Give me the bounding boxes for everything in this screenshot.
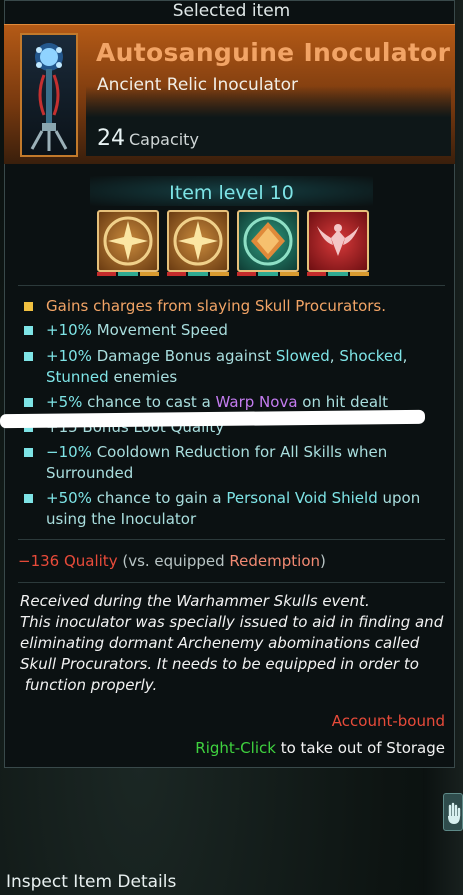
item-icon[interactable] bbox=[20, 33, 78, 157]
lore-line: Skull Procurators. It needs to be equipp… bbox=[20, 655, 419, 673]
lore-line: Received during the Warhammer Skulls eve… bbox=[20, 592, 370, 610]
bullet-icon bbox=[24, 326, 33, 335]
quality-value: −136 Quality bbox=[18, 552, 118, 570]
quality-suffix: ) bbox=[320, 552, 326, 570]
modifier-slot-2[interactable] bbox=[167, 210, 229, 272]
action-hint: Right-Click to take out of Storage bbox=[195, 739, 445, 757]
stat-line-1: Gains charges from slaying Skull Procura… bbox=[46, 296, 441, 317]
stat-6-text: Cooldown Reduction for All Skills when bbox=[91, 443, 388, 461]
stat-7-keyword: Personal Void Shield bbox=[226, 489, 378, 507]
item-level: Item level 10 bbox=[169, 182, 294, 204]
inspect-item-details-button[interactable]: Inspect Item Details bbox=[6, 872, 176, 892]
bullet-icon bbox=[24, 352, 33, 361]
modifier-slot-3-rarity-bar bbox=[237, 272, 299, 276]
capacity-value: 24 bbox=[97, 126, 125, 151]
stat-4-text: chance to cast a bbox=[82, 393, 216, 411]
stat-6-line2: Surrounded bbox=[46, 464, 134, 482]
lore-line: function properly. bbox=[20, 676, 158, 694]
winged-emblem-icon bbox=[317, 224, 359, 256]
stat-2-text: Movement Speed bbox=[91, 321, 228, 339]
divider bbox=[18, 539, 445, 540]
stat-3-keyword-2: Shocked bbox=[339, 347, 403, 365]
stat-2-value: +10% bbox=[46, 321, 92, 339]
quality-comparison: −136 Quality (vs. equipped Redemption) bbox=[18, 552, 326, 570]
stat-7-text: chance to gain a bbox=[91, 489, 227, 507]
stat-3-keyword-1: Slowed bbox=[275, 347, 330, 365]
item-type: Ancient Relic Inoculator bbox=[97, 75, 298, 95]
modifier-slot-2-rarity-bar bbox=[167, 272, 229, 276]
stat-1-text: Gains charges from slaying Skull Procura… bbox=[46, 297, 387, 315]
stat-7-line2: using the Inoculator bbox=[46, 510, 197, 528]
stat-line-3: +10% Damage Bonus against Slowed, Shocke… bbox=[46, 346, 441, 388]
action-key: Right-Click bbox=[195, 739, 276, 757]
stat-line-7: +50% chance to gain a Personal Void Shie… bbox=[46, 488, 441, 530]
stat-4-value: +5% bbox=[46, 393, 83, 411]
sunburst-icon bbox=[173, 216, 223, 266]
stat-line-2: +10% Movement Speed bbox=[46, 320, 441, 341]
bullet-icon-gold bbox=[24, 302, 33, 311]
modifier-slot-4-rarity-bar bbox=[307, 272, 369, 276]
quality-prefix: (vs. equipped bbox=[117, 552, 230, 570]
hand-icon bbox=[448, 802, 461, 824]
item-lore: Received during the Warhammer Skulls eve… bbox=[20, 591, 450, 696]
capacity-label: Capacity bbox=[129, 130, 199, 149]
item-capacity: 24 Capacity bbox=[97, 126, 199, 151]
stat-3-separator-1: , bbox=[329, 347, 340, 365]
bullet-icon bbox=[24, 494, 33, 503]
modifier-slot-1[interactable] bbox=[97, 210, 159, 272]
panel-title: Selected item bbox=[172, 1, 291, 21]
action-text: to take out of Storage bbox=[275, 739, 445, 757]
stat-3-value: +10% bbox=[46, 347, 92, 365]
bullet-icon bbox=[24, 448, 33, 457]
quality-equipped-item: Redemption bbox=[229, 552, 321, 570]
divider bbox=[18, 285, 445, 286]
modifier-slot-4[interactable] bbox=[307, 210, 369, 272]
sunburst-icon bbox=[103, 216, 153, 266]
item-name: Autosanguine Inoculator bbox=[96, 38, 451, 67]
diamond-shield-icon bbox=[243, 216, 293, 266]
stat-6-value: −10% bbox=[46, 443, 92, 461]
modifier-slot-1-rarity-bar bbox=[97, 272, 159, 276]
stat-7-value: +50% bbox=[46, 489, 92, 507]
lore-line: This inoculator was specially issued to … bbox=[20, 613, 444, 631]
modifier-slot-3[interactable] bbox=[237, 210, 299, 272]
side-menu-button[interactable] bbox=[443, 793, 463, 831]
stat-4-tail: on hit dealt bbox=[297, 393, 389, 411]
stat-3-text: Damage Bonus against bbox=[91, 347, 276, 365]
lore-line: eliminating dormant Archenemy abominatio… bbox=[20, 634, 420, 652]
stat-3-tail: enemies bbox=[108, 368, 178, 386]
stat-7-tail: upon bbox=[377, 489, 421, 507]
stat-3-keyword-3: Stunned bbox=[46, 368, 109, 386]
bullet-icon bbox=[24, 398, 33, 407]
stat-4-keyword: Warp Nova bbox=[215, 393, 298, 411]
stat-3-separator-2: , bbox=[402, 347, 408, 365]
binding-status: Account-bound bbox=[331, 712, 445, 730]
stat-line-6: −10% Cooldown Reduction for All Skills w… bbox=[46, 442, 441, 484]
inoculator-icon bbox=[30, 43, 68, 151]
divider bbox=[18, 582, 445, 583]
